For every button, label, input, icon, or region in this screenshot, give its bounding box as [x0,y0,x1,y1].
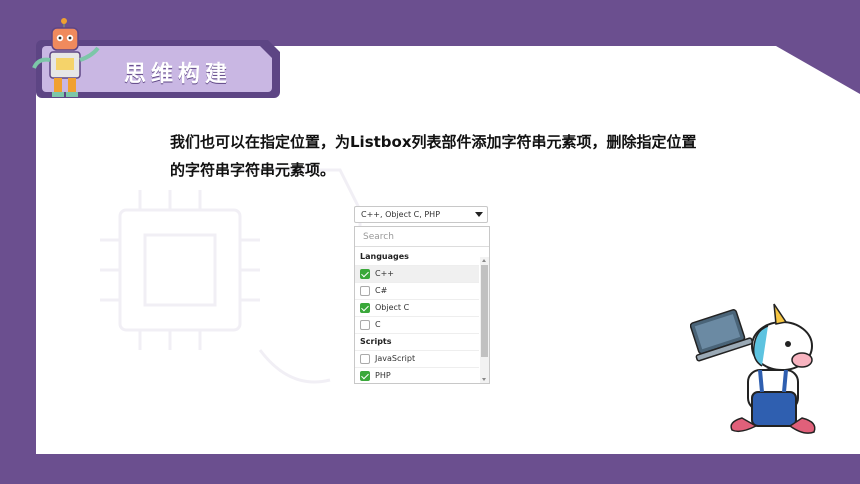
search-input[interactable]: Search [355,227,489,247]
checkbox-checked[interactable] [360,371,370,381]
robot-mascot-icon [32,18,100,97]
list-item-label: Object C [375,303,410,312]
instruction-paragraph: 我们也可以在指定位置，为Listbox列表部件添加字符串元素项，删除指定位置的字… [170,133,697,179]
list-item-csharp[interactable]: C# [355,283,479,300]
list-item-javascript[interactable]: JavaScript [355,351,479,368]
scrollbar[interactable] [480,257,489,383]
list-item-php[interactable]: PHP [355,368,479,383]
chip-decoration-icon [100,168,362,384]
scroll-up-icon[interactable] [482,259,486,262]
list-item-label: PHP [375,371,391,380]
dropdown-selected-value: C++, Object C, PHP [361,210,441,219]
scrollbar-thumb[interactable] [481,265,488,357]
caret-down-icon[interactable] [475,212,483,217]
list-item-label: C [375,320,381,329]
multiselect-dropdown[interactable]: C++, Object C, PHP [354,206,488,223]
list-item-label: JavaScript [375,354,416,363]
scroll-down-icon[interactable] [482,378,486,381]
listbox-panel[interactable]: Search Languages C++ C# Object C C Scrip… [354,226,490,384]
list-item-label: C# [375,286,388,295]
group-header-languages: Languages [355,249,479,266]
unicorn-laptop-illustration [690,303,816,434]
list-item-object-c[interactable]: Object C [355,300,479,317]
list-item-cpp[interactable]: C++ [355,266,479,283]
checkbox[interactable] [360,354,370,364]
group-header-scripts: Scripts [355,334,479,351]
checkbox-checked[interactable] [360,269,370,279]
checkbox-checked[interactable] [360,303,370,313]
list-item-c[interactable]: C [355,317,479,334]
checkbox[interactable] [360,320,370,330]
page-title: 思维构建 [124,62,233,87]
list-item-label: C++ [375,269,394,278]
checkbox[interactable] [360,286,370,296]
